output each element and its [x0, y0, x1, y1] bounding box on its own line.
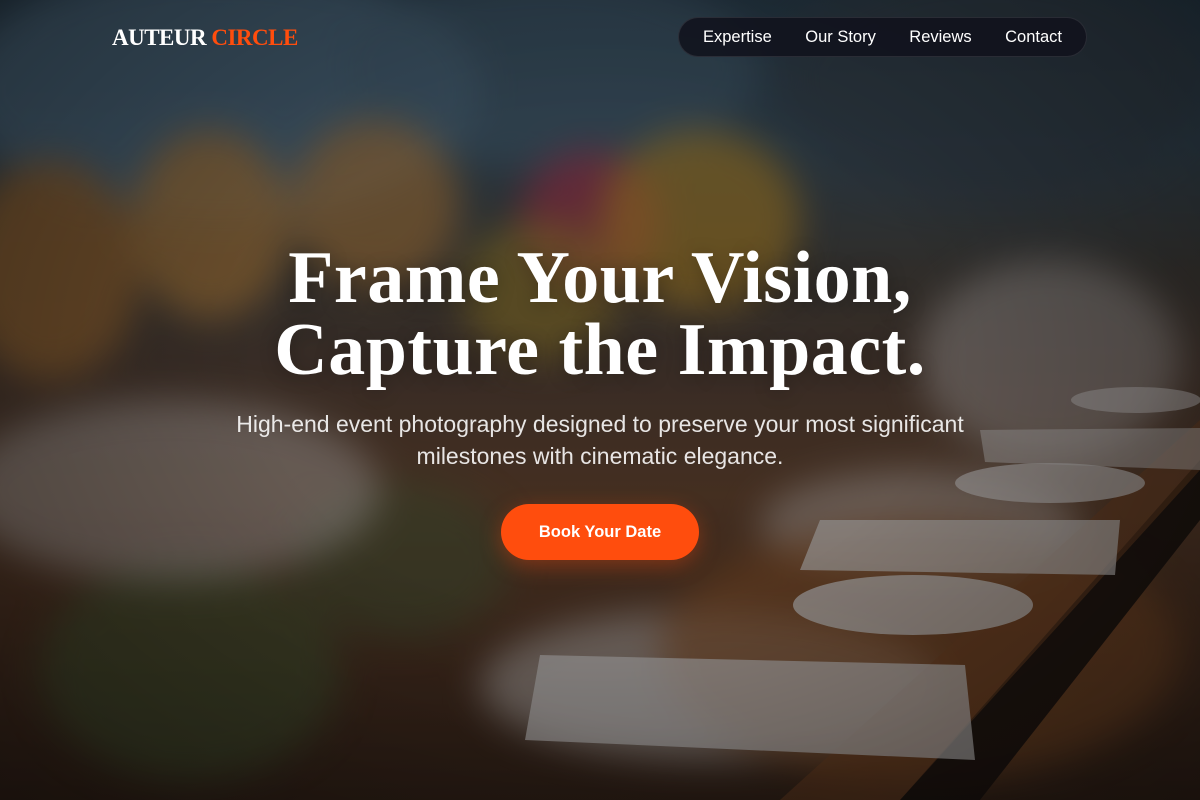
hero-subtitle-line-1: High-end event photography designed to p…	[236, 411, 964, 437]
nav-link-expertise[interactable]: Expertise	[703, 29, 772, 46]
hero-subtitle: High-end event photography designed to p…	[180, 408, 1020, 472]
hero-title-line-2: Capture the Impact.	[274, 309, 926, 391]
hero-subtitle-line-2: milestones with cinematic elegance.	[416, 443, 784, 469]
logo-word-circle: CIRCLE	[211, 25, 298, 50]
main-navigation: Expertise Our Story Reviews Contact	[678, 17, 1087, 57]
hero-background-image	[0, 0, 1200, 800]
nav-link-our-story[interactable]: Our Story	[805, 29, 876, 46]
logo-word-auteur: AUTEUR	[112, 25, 207, 50]
hero-title-line-1: Frame Your Vision,	[288, 237, 912, 319]
book-your-date-button[interactable]: Book Your Date	[501, 504, 699, 560]
brand-logo[interactable]: AUTEUR CIRCLE	[112, 26, 298, 49]
nav-link-contact[interactable]: Contact	[1005, 29, 1062, 46]
hero-title: Frame Your Vision, Capture the Impact.	[0, 237, 1200, 391]
landing-page: AUTEUR CIRCLE Expertise Our Story Review…	[0, 0, 1200, 800]
nav-link-reviews[interactable]: Reviews	[909, 29, 971, 46]
